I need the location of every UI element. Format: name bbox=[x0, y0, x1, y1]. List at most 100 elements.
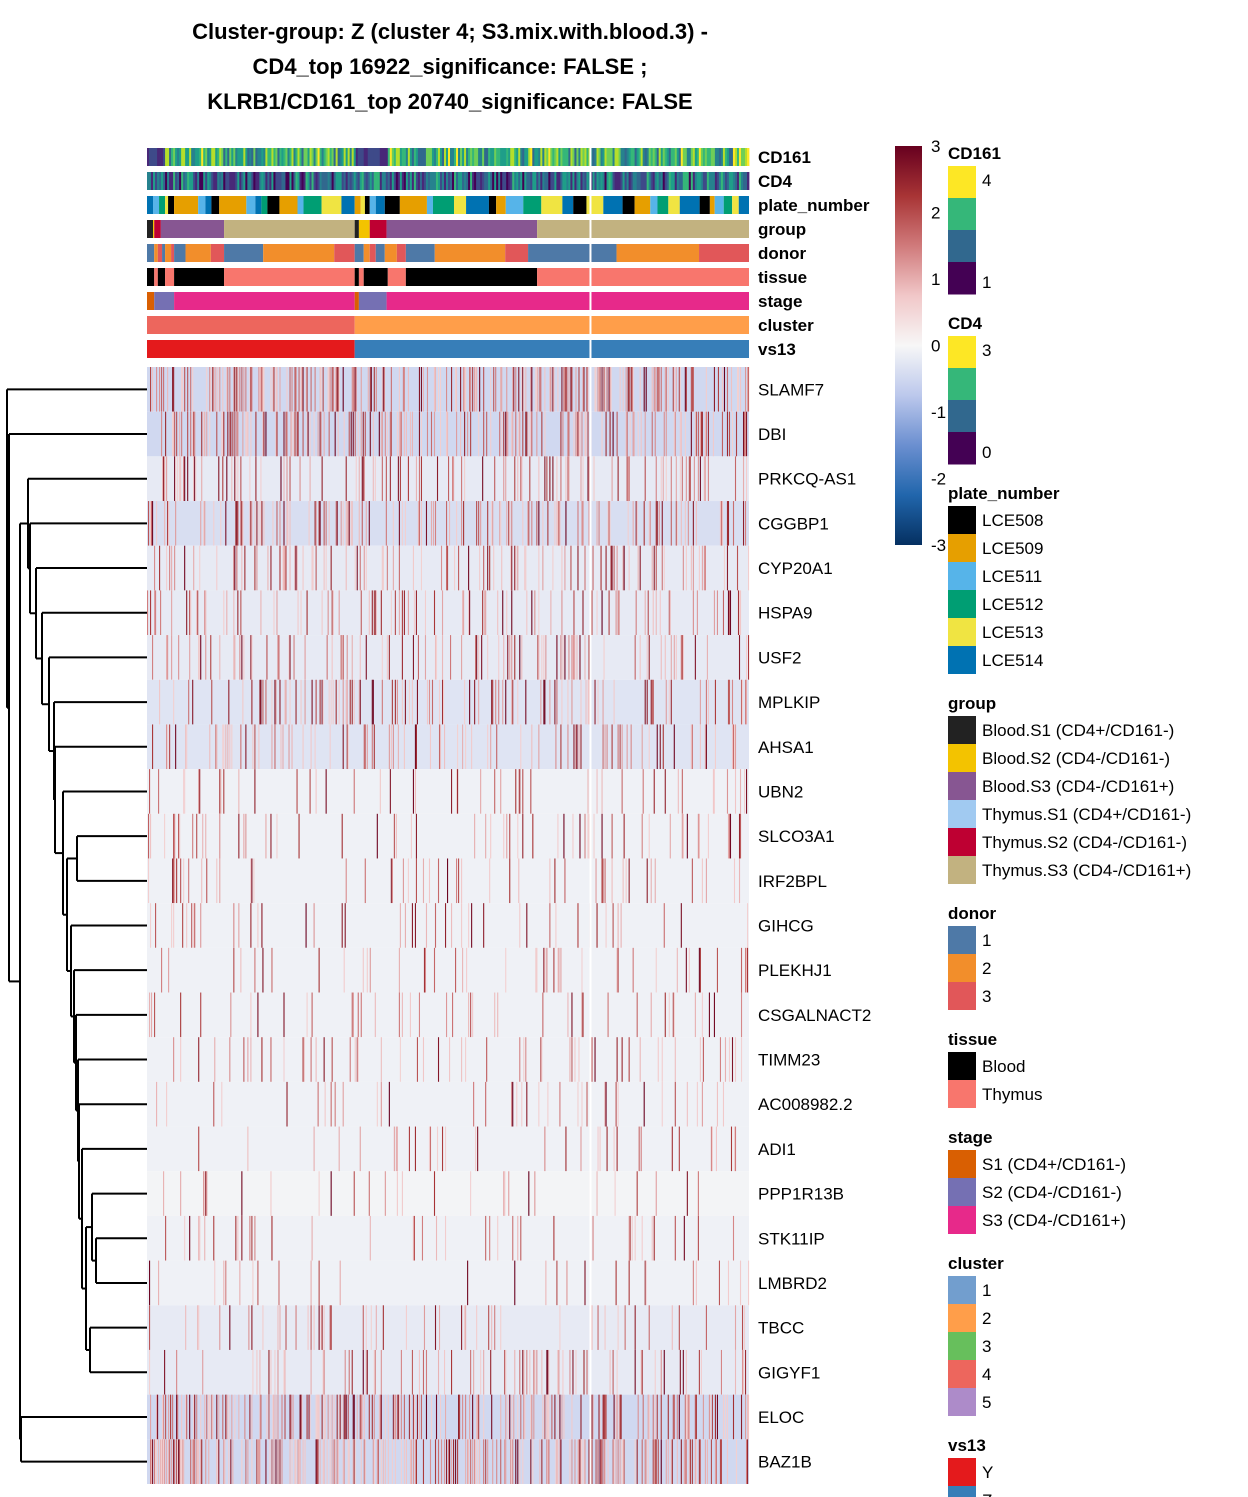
heatmap-cell bbox=[571, 1394, 573, 1440]
heatmap-cell bbox=[601, 769, 603, 814]
heatmap-cell bbox=[580, 1126, 582, 1172]
heatmap-cell bbox=[618, 590, 620, 636]
heatmap-cell bbox=[289, 456, 291, 502]
heatmap-cell bbox=[456, 411, 458, 457]
heatmap-cell bbox=[653, 769, 655, 814]
heatmap-cell bbox=[336, 1394, 338, 1440]
heatmap-cell bbox=[502, 679, 504, 725]
heatmap-cell bbox=[585, 411, 587, 457]
heatmap-cell bbox=[294, 367, 296, 412]
heatmap-cell bbox=[595, 1439, 597, 1484]
heatmap-cell bbox=[636, 501, 638, 546]
heatmap-cell bbox=[497, 992, 499, 1038]
heatmap-cell bbox=[596, 590, 598, 636]
heatmap-cell bbox=[194, 411, 196, 457]
legend-label: S1 (CD4+/CD161-) bbox=[982, 1155, 1126, 1174]
heatmap-cell bbox=[716, 1394, 718, 1440]
heatmap-cell bbox=[286, 501, 288, 546]
heatmap-cell bbox=[644, 1439, 646, 1484]
annotation-cell bbox=[246, 196, 256, 214]
heatmap-cell bbox=[684, 367, 686, 412]
heatmap-cell bbox=[603, 1394, 605, 1440]
annotation-cell bbox=[657, 196, 669, 214]
heatmap-cell bbox=[233, 367, 235, 412]
heatmap-cell bbox=[556, 1439, 558, 1484]
heatmap-cell bbox=[237, 590, 239, 636]
heatmap-cell bbox=[553, 947, 555, 993]
heatmap-cell bbox=[250, 1037, 252, 1082]
heatmap-cell bbox=[372, 1439, 374, 1484]
heatmap-cell bbox=[381, 545, 383, 591]
heatmap-cell bbox=[707, 411, 709, 457]
heatmap-cell bbox=[580, 679, 582, 725]
heatmap-cell bbox=[705, 679, 707, 725]
heatmap-cell bbox=[441, 679, 444, 725]
heatmap-cell bbox=[152, 1439, 154, 1484]
heatmap-cell bbox=[206, 1171, 208, 1216]
heatmap-cell bbox=[188, 679, 190, 725]
annotation-cell bbox=[537, 268, 749, 286]
heatmap-cell bbox=[209, 367, 211, 412]
heatmap-cell bbox=[226, 1394, 228, 1440]
gene-label: UBN2 bbox=[758, 782, 803, 801]
heatmap-cell bbox=[500, 501, 502, 546]
heatmap-cell bbox=[494, 1305, 496, 1350]
heatmap-cell bbox=[199, 1215, 201, 1261]
heatmap-cell bbox=[408, 1126, 410, 1172]
heatmap-cell bbox=[573, 635, 575, 680]
heatmap-cell bbox=[677, 769, 679, 814]
heatmap-cell bbox=[273, 1394, 275, 1440]
heatmap-cell bbox=[604, 858, 606, 904]
heatmap-cell bbox=[522, 769, 524, 814]
heatmap-cell bbox=[432, 501, 435, 546]
heatmap-cell bbox=[235, 1215, 237, 1261]
heatmap-cell bbox=[604, 1439, 606, 1484]
heatmap-cell bbox=[298, 813, 300, 859]
annotation-cell bbox=[224, 244, 264, 262]
heatmap-cell bbox=[494, 992, 496, 1038]
heatmap-cell bbox=[577, 501, 579, 546]
heatmap-cell bbox=[505, 1394, 507, 1440]
heatmap-cell bbox=[538, 1081, 540, 1127]
heatmap-cell bbox=[587, 679, 589, 725]
heatmap-cell bbox=[191, 903, 193, 948]
heatmap-cell bbox=[476, 1305, 478, 1350]
heatmap-cell bbox=[456, 367, 458, 412]
heatmap-cell bbox=[561, 590, 563, 636]
heatmap-cell bbox=[572, 635, 574, 680]
heatmap-cell bbox=[732, 501, 735, 546]
gene-label: LMBRD2 bbox=[758, 1274, 827, 1293]
heatmap-cell bbox=[216, 1394, 218, 1440]
annotation-cell bbox=[334, 244, 355, 262]
heatmap-cell bbox=[328, 367, 330, 412]
heatmap-cell bbox=[420, 1394, 423, 1440]
heatmap-cell bbox=[225, 1260, 227, 1306]
heatmap-cell bbox=[678, 367, 680, 412]
heatmap-cell bbox=[251, 635, 253, 680]
heatmap-cell bbox=[597, 1439, 599, 1484]
heatmap-cell bbox=[489, 858, 491, 904]
gene-label: AHSA1 bbox=[758, 738, 814, 757]
heatmap-cell bbox=[588, 1439, 590, 1484]
heatmap-cell bbox=[478, 411, 480, 457]
heatmap-cell bbox=[562, 411, 564, 457]
heatmap-cell bbox=[205, 635, 207, 680]
heatmap-cell bbox=[149, 1260, 151, 1306]
heatmap-cell bbox=[491, 1305, 493, 1350]
heatmap-cell bbox=[728, 679, 731, 725]
heatmap-cell bbox=[263, 501, 265, 546]
heatmap-cell bbox=[687, 1394, 689, 1440]
heatmap-cell bbox=[411, 903, 413, 948]
heatmap-cell bbox=[509, 858, 511, 904]
heatmap-cell bbox=[398, 590, 400, 636]
heatmap-cell bbox=[351, 992, 353, 1038]
heatmap-cell bbox=[519, 635, 521, 680]
heatmap-cell bbox=[713, 367, 715, 412]
heatmap-cell bbox=[393, 813, 395, 859]
heatmap-cell bbox=[249, 1394, 251, 1440]
annotation-label-group: group bbox=[758, 220, 806, 239]
heatmap-cell bbox=[342, 679, 344, 725]
heatmap-cell bbox=[473, 1349, 475, 1395]
heatmap-cell bbox=[338, 1126, 340, 1172]
heatmap-cell bbox=[720, 501, 723, 546]
